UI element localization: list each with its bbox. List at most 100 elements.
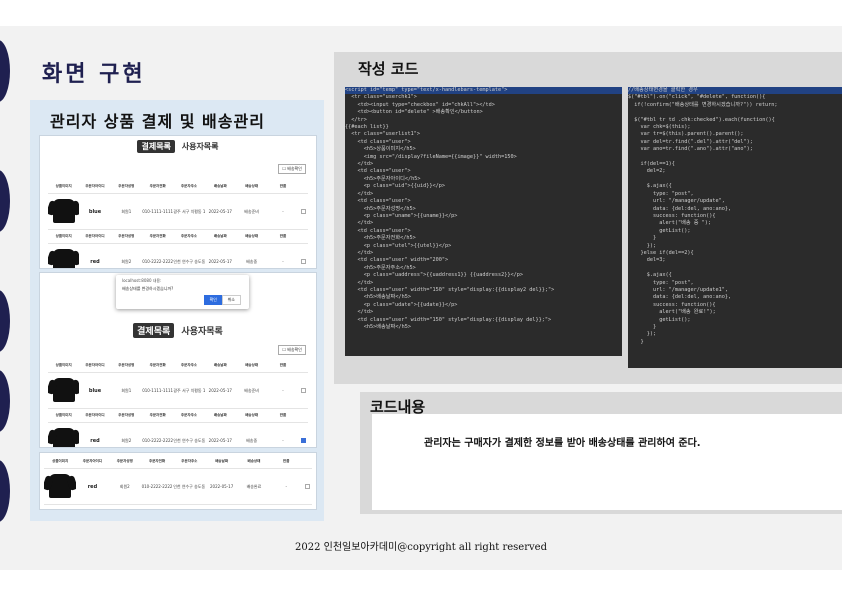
code-line: type: "post",: [628, 279, 694, 286]
row-checkbox[interactable]: [300, 208, 306, 214]
code-line: }: [628, 338, 644, 345]
code-line: </td>: [345, 309, 374, 316]
code-line: alert("배송 완료!");: [628, 309, 716, 316]
table-row: blue 회원1 010-1111-1111 광주 서구 치평동 1 세부주소 …: [48, 373, 308, 409]
product-image: [52, 428, 75, 447]
tab-user-list[interactable]: 사용자목록: [182, 141, 219, 152]
code-line: <p class="uaddress">{{uaddress1}} {{uadd…: [345, 272, 524, 279]
explanation-text: 관리자는 구매자가 결제한 정보를 받아 배송상태를 관리하여 준다.: [424, 438, 701, 449]
header-cell: 주문자성명: [118, 363, 135, 367]
code-line: <h5>주문자성명</h5>: [345, 205, 416, 212]
table-row: blue 회원1 010-1111-1111 광주 서구 치평동 1 세부주소 …: [48, 194, 308, 230]
header-cell: 주문자성명: [118, 413, 135, 417]
product-image: [49, 474, 72, 498]
code-line: data: {del:del, ano:ano},: [628, 205, 732, 212]
payment-table: 상품이미지 주문자아이디 주문자성명 주문자전화 주문자주소 배송날짜 배송상태 반품 blu…: [48, 359, 308, 447]
header-cell: 상품이미지: [52, 459, 69, 463]
code-line: </td>: [345, 190, 374, 197]
header-cell: 주문자주소: [180, 184, 198, 188]
page-title: 화면 구현: [42, 62, 146, 87]
header-cell: 반품: [279, 234, 287, 238]
header-cell: 배송상태: [245, 363, 259, 367]
code-line: var ano=tr.find(".ano").attr("ano");: [628, 146, 753, 153]
cell: -: [282, 259, 284, 264]
confirm-dialog: localhost:8080 내용: 배송상태를 변경하시겠습니까? 확인 취소: [116, 275, 249, 309]
code-line: </td>: [345, 220, 374, 227]
code-line: <p class="uname">{{uname}}</p>: [345, 212, 458, 219]
code-line: getList();: [628, 316, 691, 323]
cell: 배송중: [246, 258, 258, 264]
panel-title: 관리자 상품 결제 및 배송관리: [50, 112, 265, 131]
tab-payment-list[interactable]: 결제목록: [137, 140, 175, 153]
cell: 010-2222-2222: [142, 438, 174, 443]
code-line: var chk=$(this);: [628, 124, 691, 131]
header-cell: 반품: [279, 184, 287, 188]
header-cell: 주문자주소: [180, 413, 198, 417]
code-line: </td>: [345, 249, 374, 256]
tab-user-list[interactable]: 사용자목록: [181, 324, 222, 337]
header-cell: 주문자아이디: [85, 363, 105, 367]
product-image: [52, 249, 75, 268]
header-cell: 주문자주소: [180, 363, 198, 367]
cell: 광주 서구 치평동 1 세부주소: [173, 208, 204, 214]
cell: 인천 연수구 송도동 2 세부주소: [173, 437, 205, 443]
payment-table: 상품이미지 주문자아이디 주문자성명 주문자전화 주문자주소 배송날짜 배송상태 반품 red…: [44, 455, 312, 505]
header-cell: 주문자성명: [118, 234, 135, 238]
cell: 광주 서구 치평동 1 세부주소: [173, 387, 204, 393]
header-cell: 배송날짜: [213, 413, 227, 417]
header-cell: 배송상태: [245, 184, 259, 188]
header-cell: 반품: [279, 363, 287, 367]
delivery-confirm-button[interactable]: ☐ 배송확인: [278, 345, 306, 355]
tab-payment-list[interactable]: 결제목록: [133, 323, 175, 338]
code-line: <h5>주문자전화</h5>: [345, 235, 416, 242]
table-header-row: 상품이미지 주문자아이디 주문자성명 주문자전화 주문자주소 배송날짜 배송상태 반품: [48, 409, 308, 423]
header-cell: 주문자전화: [149, 363, 166, 367]
dialog-ok-button[interactable]: 확인: [203, 295, 223, 305]
code-line: alert("배송 중 ");: [628, 220, 712, 227]
delivery-confirm-button[interactable]: ☐ 배송확인: [278, 164, 306, 174]
cell: 배송준비: [244, 387, 259, 393]
code-line: <script id="temp" type="text/x-handlebar…: [345, 87, 622, 95]
explanation-box: [372, 414, 842, 510]
code-line: if(del==1){: [628, 161, 675, 168]
cell: 회원2: [121, 437, 132, 443]
code-line: var del=tr.find(".del").attr("del");: [628, 138, 753, 145]
code-line: <h5>상품이미지</h5>: [345, 146, 416, 153]
product-name: blue: [88, 387, 102, 394]
code-line: del=3;: [628, 257, 666, 264]
code-line: <td class="user" width="150" style="disp…: [345, 316, 552, 323]
code-line: <td class="user" width="200">: [345, 257, 449, 264]
cell: 010-1111-1111: [142, 209, 174, 214]
header-cell: 상품이미지: [55, 234, 72, 238]
row-checkbox[interactable]: [300, 258, 306, 264]
header-cell: 배송상태: [245, 234, 259, 238]
code-section-title: 작성 코드: [358, 60, 419, 78]
cell: 010-2222-2222: [142, 259, 174, 264]
product-name: red: [90, 258, 100, 265]
dialog-cancel-button[interactable]: 취소: [221, 295, 241, 305]
table-header-row: 상품이미지 주문자아이디 주문자성명 주문자전화 주문자주소 배송날짜 배송상태 반품: [44, 455, 312, 469]
header-cell: 주문자성명: [116, 459, 133, 463]
code-line: url: "/manager/update",: [628, 198, 725, 205]
code-line: <img src="/display?fileName={{image}}" w…: [345, 153, 517, 160]
cell: 회원2: [119, 483, 130, 489]
code-line: $.ajax({: [628, 183, 672, 190]
dialog-message: 배송상태를 변경하시겠습니까?: [122, 286, 174, 291]
row-checkbox[interactable]: [300, 387, 306, 393]
code-line: data: {del:del, ano:ano},: [628, 294, 732, 301]
delivery-confirm-label: 배송확인: [287, 347, 302, 352]
row-checkbox-checked[interactable]: [300, 437, 306, 443]
code-line: <td class="user">: [345, 168, 411, 175]
header-cell: 배송날짜: [213, 363, 227, 367]
row-checkbox[interactable]: [304, 483, 310, 489]
header-cell: 배송날짜: [215, 459, 229, 463]
code-panel: 작성 코드 <script id="temp" type="text/x-han…: [334, 52, 842, 384]
header-cell: 주문자아이디: [85, 413, 105, 417]
header-cell: 주문자주소: [181, 459, 198, 463]
product-name: red: [90, 437, 100, 444]
code-line: }: [628, 235, 657, 242]
header-cell: 주문자아이디: [82, 459, 103, 463]
cell: 2022-05-17: [210, 484, 234, 489]
code-line: <p class="utel">{{utel}}</p>: [345, 242, 452, 249]
